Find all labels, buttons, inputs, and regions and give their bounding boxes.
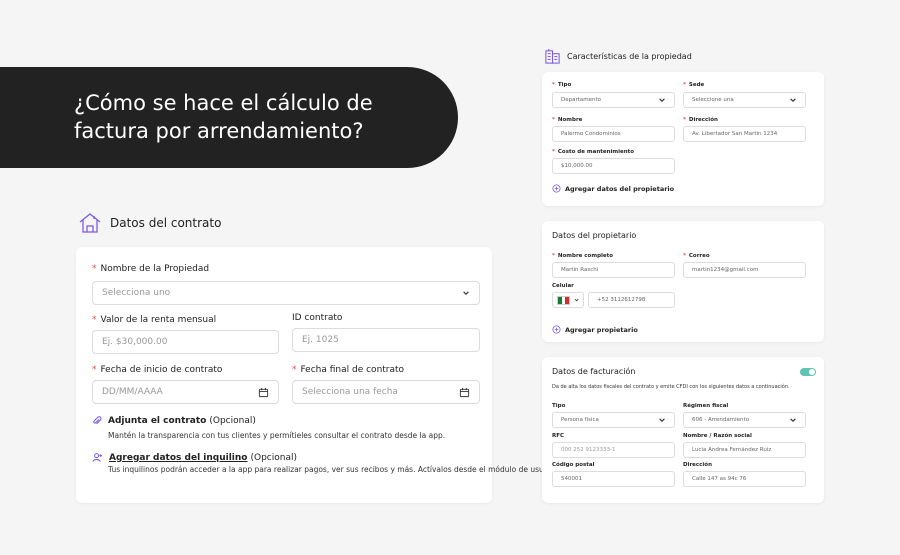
user-add-icon — [92, 453, 103, 462]
billing-type-label: Tipo — [552, 403, 566, 409]
address-label: * Dirección — [683, 117, 718, 123]
phone-input[interactable]: +52 3112612798 — [588, 292, 675, 308]
add-tenant-description: Tus inquilinos podrán acceder a la app p… — [108, 465, 565, 474]
chevron-down-icon — [659, 418, 665, 422]
contract-id-label: ID contrato — [292, 313, 343, 323]
property-name-select[interactable]: Selecciona uno — [92, 281, 480, 305]
chevron-down-icon — [463, 291, 469, 295]
contract-section-title: Datos del contrato — [110, 216, 222, 230]
chevron-down-icon — [574, 298, 579, 302]
rfc-input[interactable]: 000 252 9123333-1 — [552, 442, 675, 458]
add-owner-link[interactable]: Agregar propietario — [552, 325, 638, 334]
attach-contract-link[interactable]: Adjunta el contrato (Opcional) — [92, 416, 256, 426]
tax-regime-label: Régimen fiscal — [683, 403, 729, 409]
name-input[interactable]: Palermo Condominios — [552, 126, 675, 142]
zip-label: Código postal — [552, 462, 595, 468]
toggle-knob — [809, 369, 815, 375]
zip-input[interactable]: 540001 — [552, 471, 675, 487]
tax-regime-select[interactable]: 606 - Arrendamiento — [683, 412, 806, 428]
maintenance-cost-input[interactable]: $10,000.00 — [552, 158, 675, 174]
property-card: * Tipo Departamento * Sede Seleccione una … — [542, 72, 824, 206]
contract-card: * Nombre de la Propiedad Selecciona uno *… — [76, 247, 564, 503]
property-name-label: * Nombre de la Propiedad — [92, 264, 210, 274]
chevron-down-icon — [659, 98, 665, 102]
add-tenant-link[interactable]: Agregar datos del inquilino (Opcional) — [92, 452, 297, 463]
rent-label: * Valor de la renta mensual — [92, 315, 217, 325]
start-date-label: * Fecha de inicio de contrato — [92, 365, 223, 375]
mexico-flag-icon — [557, 295, 570, 305]
rent-input[interactable]: Ej. $30,000.00 — [92, 330, 279, 354]
billing-type-select[interactable]: Persona física — [552, 412, 675, 428]
sede-select[interactable]: Seleccione una — [683, 92, 806, 108]
house-icon — [79, 213, 101, 233]
paperclip-icon — [93, 416, 102, 425]
owner-email-label: * Correo — [683, 253, 710, 259]
billing-toggle[interactable] — [800, 368, 816, 376]
billing-description: Da de alta los datos fiscales del contra… — [552, 384, 790, 390]
chevron-down-icon — [790, 98, 796, 102]
name-label: * Nombre — [552, 117, 583, 123]
sede-label: * Sede — [683, 82, 705, 88]
maintenance-cost-label: * Costo de mantenimiento — [552, 149, 635, 155]
start-date-input[interactable]: DD/MM/AAAA — [92, 380, 279, 404]
property-section-title: Características de la propiedad — [567, 52, 692, 61]
billing-card: Datos de facturación Da de alta los dato… — [542, 357, 824, 503]
owner-email-input[interactable]: martin1234@gmail.com — [683, 262, 806, 278]
plus-circle-icon — [552, 325, 561, 334]
rfc-label: RFC — [552, 433, 565, 439]
add-owner-data-link[interactable]: Agregar datos del propietario — [552, 184, 674, 193]
owner-name-input[interactable]: Martín Raschi — [552, 262, 675, 278]
billing-address-label: Dirección — [683, 462, 712, 468]
attach-contract-description: Mantén la transparencia con tus clientes… — [108, 431, 446, 440]
business-name-label: Nombre / Razón social — [683, 433, 752, 439]
contract-id-input[interactable]: Ej. 1025 — [292, 328, 480, 352]
calendar-icon[interactable] — [459, 387, 470, 398]
type-select[interactable]: Departamento — [552, 92, 675, 108]
billing-card-title: Datos de facturación — [552, 367, 636, 376]
building-icon — [545, 48, 560, 64]
chevron-down-icon — [790, 418, 796, 422]
address-input[interactable]: Av. Libertador San Martín 1234 — [683, 126, 806, 142]
phone-label: Celular — [552, 283, 574, 289]
business-name-input[interactable]: Lucía Andrea Fernández Ruiz — [683, 442, 806, 458]
contract-section-header: Datos del contrato — [78, 211, 221, 235]
owner-card-title: Datos del propietario — [552, 231, 637, 240]
plus-circle-icon — [552, 184, 561, 193]
property-section-header: Características de la propiedad — [544, 48, 692, 65]
type-label: * Tipo — [552, 82, 572, 88]
hero-title: ¿Cómo se hace el cálculo de factura por … — [74, 91, 373, 143]
hero-banner: ¿Cómo se hace el cálculo de factura por … — [0, 67, 458, 168]
owner-card: Datos del propietario * Nombre completo M… — [542, 221, 824, 342]
calendar-icon[interactable] — [258, 387, 269, 398]
country-code-select[interactable] — [552, 292, 584, 308]
billing-address-input[interactable]: Calle 147 as 94c 76 — [683, 471, 806, 487]
end-date-input[interactable]: Selecciona una fecha — [292, 380, 480, 404]
owner-name-label: * Nombre completo — [552, 253, 614, 259]
end-date-label: * Fecha final de contrato — [292, 365, 405, 375]
